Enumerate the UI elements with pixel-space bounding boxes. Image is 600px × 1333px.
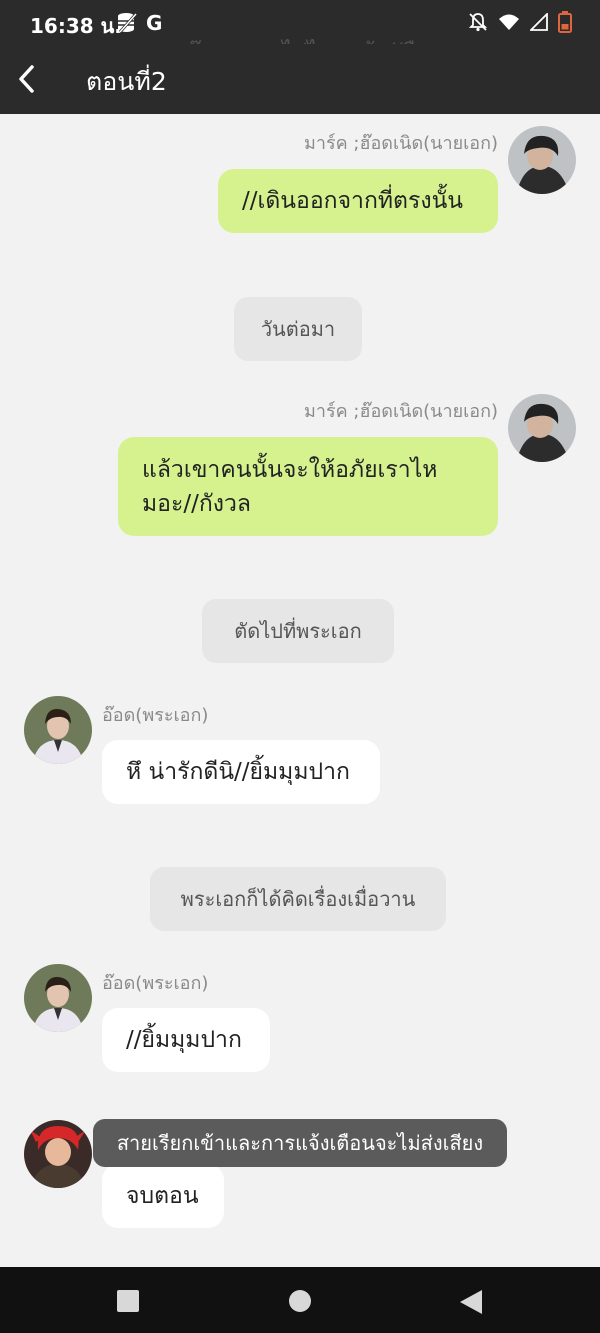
message-bubble[interactable]: //เดินออกจากที่ตรงนั้น bbox=[218, 169, 498, 233]
system-nav-bar bbox=[0, 1267, 600, 1333]
toast-notification: สายเรียกเข้าและการแจ้งเตือนจะไม่ส่งเสียง bbox=[93, 1119, 507, 1167]
narration-bubble: พระเอกก็ได้คิดเรื่องเมื่อวาน bbox=[150, 867, 446, 931]
message-bubble[interactable]: หึ น่ารักดีนิ//ยิ้มมุมปาก bbox=[102, 740, 380, 804]
avatar[interactable] bbox=[24, 696, 92, 764]
message-bubble[interactable]: แล้วเขาคนนั้นจะให้อภัยเราไหมอะ//กังวล bbox=[118, 437, 498, 536]
sender-name: มาร์ค ;ฮ๊อดเนิด(นายเอก) bbox=[304, 401, 498, 422]
sender-name: อ๊อด(พระเอก) bbox=[102, 973, 209, 994]
storage-icon bbox=[118, 13, 138, 33]
nav-back-icon bbox=[460, 1290, 482, 1314]
nav-back-button[interactable] bbox=[458, 1289, 484, 1319]
nav-home-button[interactable] bbox=[288, 1289, 312, 1317]
sender-name: มาร์ค ;ฮ๊อดเนิด(นายเอก) bbox=[304, 133, 498, 154]
nav-recents-button[interactable] bbox=[116, 1289, 140, 1317]
nav-home-icon bbox=[289, 1290, 311, 1312]
wifi-icon bbox=[499, 14, 519, 30]
avatar[interactable] bbox=[508, 394, 576, 462]
sender-name: อ๊อด(พระเอก) bbox=[102, 705, 209, 726]
page-title: ตอนที่2 bbox=[86, 67, 167, 96]
avatar[interactable] bbox=[508, 126, 576, 194]
nav-recents-icon bbox=[117, 1290, 139, 1312]
status-time: 16:38 น. bbox=[30, 14, 122, 38]
message-bubble[interactable]: //ยิ้มมุมปาก bbox=[102, 1008, 270, 1072]
app-bar: ตอนที่2 bbox=[0, 44, 600, 114]
signal-icon bbox=[530, 13, 548, 31]
avatar[interactable] bbox=[24, 964, 92, 1032]
back-arrow-icon bbox=[19, 65, 34, 93]
battery-icon bbox=[558, 11, 572, 33]
narration-bubble: ตัดไปที่พระเอก bbox=[202, 599, 394, 663]
narration-bubble: วันต่อมา bbox=[234, 297, 362, 361]
g-app-icon: G bbox=[146, 11, 163, 35]
avatar[interactable] bbox=[24, 1120, 92, 1188]
bell-off-icon bbox=[468, 13, 488, 32]
back-button[interactable] bbox=[14, 62, 44, 96]
chat-area[interactable]: มาร์ค ;ฮ๊อดเนิด(นายเอก) //เดินออกจากที่ต… bbox=[0, 114, 600, 1267]
message-bubble[interactable]: จบตอน bbox=[102, 1164, 224, 1228]
